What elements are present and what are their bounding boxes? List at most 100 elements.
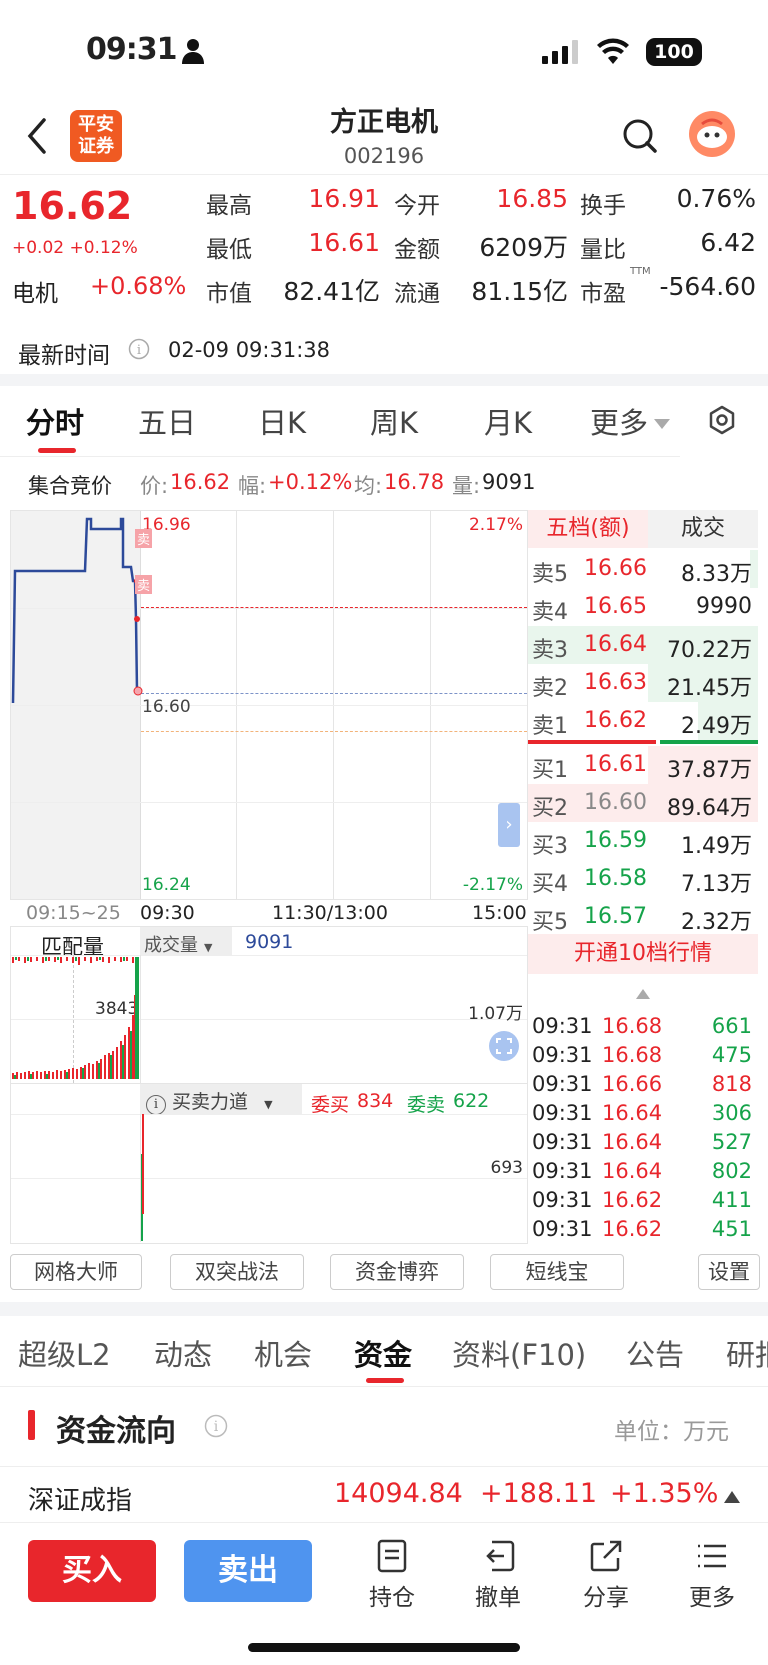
tool-double-breakout[interactable]: 双突战法 (170, 1254, 304, 1290)
y-mid-label: 16.60 (142, 697, 191, 717)
subtab-opportunity[interactable]: 机会 (254, 1332, 312, 1374)
volume-selector-label: 成交量 (144, 935, 198, 956)
buy-button[interactable]: 买入 (28, 1540, 156, 1602)
cancel-order-button[interactable]: 撤单 (458, 1538, 538, 1612)
y-bottom-label: 16.24 (142, 875, 191, 895)
tab-more[interactable]: 更多 (590, 400, 648, 442)
tick-row: 09:31 16.62 451 (532, 1215, 752, 1244)
bid-row-3[interactable]: 买3 16.59 1.49万 (528, 822, 758, 860)
force-chart[interactable]: i 买卖力道 ▼ 委买 834 委卖 622 693 (10, 1084, 528, 1244)
bid-row-amount: 89.64万 (667, 796, 752, 821)
signal-icon (542, 40, 578, 68)
ask-row-1[interactable]: 卖1 16.62 2.49万 (528, 702, 758, 740)
open-level10-button[interactable]: 开通10档行情 (528, 934, 758, 974)
caret-down-icon (654, 414, 670, 433)
ask-row-2[interactable]: 卖2 16.63 21.45万 (528, 664, 758, 702)
more-button[interactable]: 更多 (672, 1538, 752, 1612)
open-value: 16.85 (496, 184, 568, 213)
mktcap-value: 82.41亿 (283, 277, 380, 306)
ask-row-5[interactable]: 卖5 16.66 8.33万 (528, 550, 758, 588)
tick-row: 09:31 16.64 802 (532, 1157, 752, 1186)
holdings-button[interactable]: 持仓 (352, 1538, 432, 1612)
ask-row-price: 16.65 (584, 594, 647, 619)
tick-price: 16.64 (602, 1159, 663, 1183)
tool-settings[interactable]: 设置 (698, 1254, 760, 1290)
subtab-profile-f10[interactable]: 资料(F10) (452, 1332, 586, 1374)
bid-row-amount: 7.13万 (681, 872, 752, 897)
avatar[interactable] (688, 110, 736, 162)
x-label-auction: 09:15~25 (26, 902, 121, 924)
ask-row-amount: 70.22万 (667, 638, 752, 663)
tick-row: 09:31 16.66 818 (532, 1070, 752, 1099)
latest-time-label: 最新时间 (18, 343, 110, 369)
caret-up-icon[interactable] (636, 984, 650, 1003)
force-label: 买卖力道 (172, 1091, 249, 1113)
info-icon: i (146, 1095, 166, 1115)
tool-grid-master[interactable]: 网格大师 (10, 1254, 142, 1290)
subtab-funds[interactable]: 资金 (354, 1332, 412, 1374)
orderbook-tab-level5[interactable]: 五档(额) (528, 510, 648, 548)
sector-change: +0.68% (90, 272, 187, 300)
status-bar: 09:31 100 (0, 0, 768, 100)
tab-weekly-k[interactable]: 周K (370, 400, 418, 442)
fullscreen-icon[interactable] (489, 1031, 519, 1065)
gear-icon[interactable] (706, 404, 738, 440)
bid-row-price: 16.60 (584, 790, 647, 815)
bid-row-2[interactable]: 买2 16.60 89.64万 (528, 784, 758, 822)
ask-row-4[interactable]: 卖4 16.65 9990 (528, 588, 758, 626)
vol-label: 量: (452, 474, 481, 498)
orderbook-divider-green (660, 740, 758, 744)
tab-daily-k[interactable]: 日K (258, 400, 306, 442)
bid-row-4[interactable]: 买4 16.58 7.13万 (528, 860, 758, 898)
bid-row-5[interactable]: 买5 16.57 2.32万 (528, 898, 758, 936)
force-selector[interactable]: i 买卖力道 ▼ (140, 1084, 302, 1115)
bid-row-price: 16.61 (584, 752, 647, 777)
info-icon[interactable]: i (128, 338, 150, 364)
volume-selector[interactable]: 成交量 ▼ (140, 927, 232, 956)
ask-row-label: 卖5 (532, 562, 568, 587)
range-label: 幅: (238, 474, 267, 498)
sell-button[interactable]: 卖出 (184, 1540, 312, 1602)
price-change: +0.02 +0.12% (12, 238, 138, 258)
share-button[interactable]: 分享 (566, 1538, 646, 1612)
subtab-announcements[interactable]: 公告 (626, 1332, 684, 1374)
bid-row-1[interactable]: 买1 16.61 37.87万 (528, 746, 758, 784)
subtab-news[interactable]: 动态 (154, 1332, 212, 1374)
ask-row-amount: 8.33万 (681, 562, 752, 587)
tool-short-term[interactable]: 短线宝 (490, 1254, 624, 1290)
document-icon (377, 1539, 407, 1573)
price-line (11, 517, 143, 704)
ask-row-amount: 9990 (696, 594, 752, 619)
subtab-research[interactable]: 研报 (726, 1332, 768, 1374)
expand-orderbook-button[interactable]: › (498, 803, 520, 847)
tick-time: 09:31 (532, 1130, 593, 1154)
undo-icon (486, 1540, 515, 1572)
tick-vol: 818 (711, 1072, 752, 1096)
tab-5day[interactable]: 五日 (138, 400, 196, 442)
high-label: 最高 (206, 193, 252, 219)
tick-vol: 661 (711, 1014, 752, 1038)
ask-row-label: 卖3 (532, 638, 568, 663)
index-value: 14094.84 (334, 1478, 463, 1509)
intraday-chart[interactable]: 16.96 卖 卖 2.17% 16.60 16.24 -2.17% › (10, 510, 528, 900)
tab-monthly-k[interactable]: 月K (484, 400, 532, 442)
tick-row: 09:31 16.62 411 (532, 1186, 752, 1215)
tab-intraday[interactable]: 分时 (26, 400, 84, 442)
info-icon[interactable]: i (204, 1414, 228, 1442)
ask-row-3[interactable]: 卖3 16.64 70.22万 (528, 626, 758, 664)
orderbook-tab-trades[interactable]: 成交 (648, 510, 758, 548)
x-label-midday: 11:30/13:00 (272, 902, 388, 924)
subtab-super-l2[interactable]: 超级L2 (18, 1332, 111, 1374)
bid-row-amount: 2.32万 (681, 910, 752, 935)
tool-fund-game[interactable]: 资金博弈 (330, 1254, 464, 1290)
volume-chart[interactable]: 匹配量 成交量 ▼ 9091 3843 1.07万 (10, 926, 528, 1084)
volume-ratio-label: 量比 (580, 237, 626, 263)
sector-label[interactable]: 电机 (12, 274, 58, 308)
menu-icon (698, 1544, 726, 1568)
battery-indicator: 100 (646, 38, 702, 66)
fund-flow-unit: 单位：万元 (614, 1419, 729, 1445)
sell-marker-1: 卖 (135, 529, 153, 548)
auction-label: 集合竞价 (28, 474, 112, 498)
search-icon[interactable] (620, 116, 660, 160)
ask-row-label: 卖2 (532, 676, 568, 701)
